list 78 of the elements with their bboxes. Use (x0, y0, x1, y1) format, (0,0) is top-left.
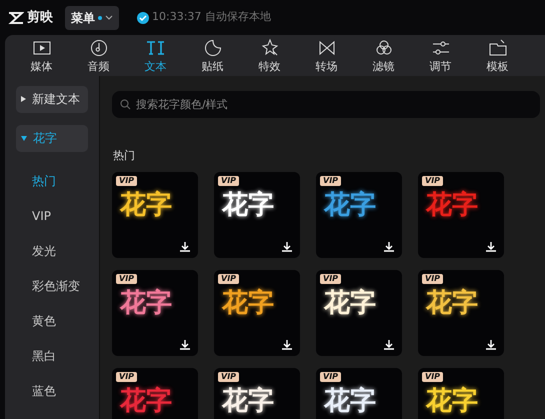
text-style-tile[interactable]: VIP 花字 (316, 270, 402, 356)
category-item[interactable]: 蓝色 (16, 374, 88, 409)
styled-text-preview: 花字 (426, 387, 478, 415)
text-style-tile[interactable]: VIP 花字 (418, 368, 504, 419)
tab[interactable]: 模板 (469, 35, 526, 76)
folder-icon (488, 38, 508, 58)
vip-badge: VIP (218, 274, 240, 284)
text-style-tile[interactable]: VIP 花字 (214, 270, 300, 356)
download-icon (486, 242, 496, 252)
category-item[interactable]: 热门 (16, 164, 88, 199)
vip-badge: VIP (422, 372, 444, 382)
download-icon (180, 340, 190, 350)
tab[interactable]: 媒体 (13, 35, 70, 76)
text-style-tile[interactable]: VIP 花字 (112, 368, 198, 419)
tab[interactable]: 音频 (70, 35, 127, 76)
category-item[interactable]: 彩色渐变 (16, 268, 88, 304)
menu-button[interactable]: 菜单 (65, 6, 119, 30)
music-note-icon (88, 38, 108, 58)
logo-icon (8, 12, 24, 24)
text-style-tile[interactable]: VIP 花字 (214, 172, 300, 258)
styled-text-preview: 花字 (426, 191, 478, 219)
category-button[interactable]: 新建文本 (16, 86, 88, 113)
caret-right-icon (21, 96, 26, 102)
tab[interactable]: 文本 (127, 35, 184, 76)
styled-text-preview: 花字 (222, 289, 274, 317)
tab[interactable]: 调节 (412, 35, 469, 76)
star-icon (260, 38, 280, 58)
category-item[interactable]: 黑白 (16, 338, 88, 374)
download-icon (180, 242, 190, 252)
chevron-down-icon (105, 15, 113, 20)
download-icon (384, 340, 394, 350)
save-status: 10:33:37 自动保存本地 (152, 9, 271, 26)
download-icon (282, 340, 292, 350)
section-title: 热门 (113, 148, 136, 164)
vip-badge: VIP (116, 372, 138, 382)
vip-badge: VIP (218, 176, 240, 186)
text-icon (146, 38, 166, 58)
search-field[interactable]: 搜索花字颜色/样式 (112, 90, 540, 118)
category-item[interactable]: 发光 (16, 234, 88, 269)
vip-badge: VIP (218, 372, 240, 382)
download-icon (486, 340, 496, 350)
styled-text-preview: 花字 (222, 191, 274, 219)
vip-badge: VIP (320, 274, 342, 284)
tab[interactable]: 滤镜 (355, 35, 412, 76)
text-style-tile[interactable]: VIP 花字 (418, 172, 504, 258)
tab[interactable]: 转场 (298, 35, 355, 76)
styled-text-preview: 花字 (426, 289, 478, 317)
styled-text-preview: 花字 (120, 387, 172, 415)
vip-badge: VIP (116, 176, 138, 186)
text-style-tile[interactable]: VIP 花字 (418, 270, 504, 356)
text-style-tile[interactable]: VIP 花字 (316, 368, 402, 419)
tab[interactable]: 贴纸 (184, 35, 241, 76)
category-button[interactable]: 花字 (16, 124, 88, 152)
download-icon (282, 242, 292, 252)
sticker-icon (202, 38, 222, 58)
text-style-tile[interactable]: VIP 花字 (112, 270, 198, 356)
styled-text-preview: 花字 (324, 191, 376, 219)
vip-badge: VIP (320, 176, 342, 186)
vip-badge: VIP (116, 274, 138, 284)
styled-text-preview: 花字 (324, 289, 376, 317)
text-style-tile[interactable]: VIP 花字 (214, 368, 300, 419)
styled-text-preview: 花字 (222, 387, 274, 415)
styled-text-preview: 花字 (120, 289, 172, 317)
bowtie-icon (316, 38, 336, 58)
text-style-tile[interactable]: VIP 花字 (316, 172, 402, 258)
category-item[interactable]: 黄色 (16, 304, 88, 339)
download-icon (384, 242, 394, 252)
tab[interactable]: 特效 (241, 35, 298, 76)
app-name: 剪映 (27, 8, 53, 27)
styled-text-preview: 花字 (120, 191, 172, 219)
category-item[interactable]: VIP (16, 198, 88, 234)
check-icon (137, 12, 149, 24)
caret-down-icon (21, 136, 27, 141)
vip-badge: VIP (422, 274, 444, 284)
vip-badge: VIP (422, 176, 444, 186)
text-style-tile[interactable]: VIP 花字 (112, 172, 198, 258)
styled-text-preview: 花字 (324, 387, 376, 415)
vip-badge: VIP (320, 372, 342, 382)
